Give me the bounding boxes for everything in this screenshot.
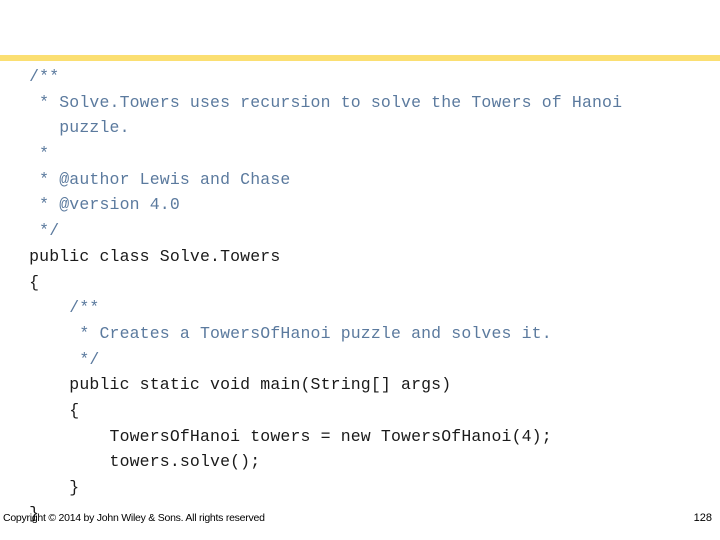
code-line: public static void main(String[] args) [9,375,452,395]
footer-page-number: 128 [693,512,712,524]
code-line: * Creates a TowersOfHanoi puzzle and sol… [9,323,552,343]
code-line: */ [9,221,60,241]
code-line: * Solve.Towers uses recursion to solve t… [9,92,623,112]
code-line: public class Solve.Towers [9,246,281,266]
code-line: /** [9,67,60,86]
top-accent-rule [0,55,720,61]
code-line: { [9,400,80,420]
code-line: towers.solve(); [9,452,261,472]
code-line: */ [9,349,100,369]
footer-copyright: Copyright © 2014 by John Wiley & Sons. A… [3,512,265,524]
code-line: * @author Lewis and Chase [9,169,291,189]
code-line: TowersOfHanoi towers = new TowersOfHanoi… [9,426,552,446]
code-line: * @version 4.0 [9,195,180,215]
code-listing: /** * Solve.Towers uses recursion to sol… [0,64,720,526]
code-line: { [9,272,40,292]
code-line: * [9,144,50,164]
code-line: puzzle. [9,118,130,138]
code-line: } [9,478,80,497]
slide-canvas: /** * Solve.Towers uses recursion to sol… [0,0,720,540]
code-line: /** [9,298,100,318]
